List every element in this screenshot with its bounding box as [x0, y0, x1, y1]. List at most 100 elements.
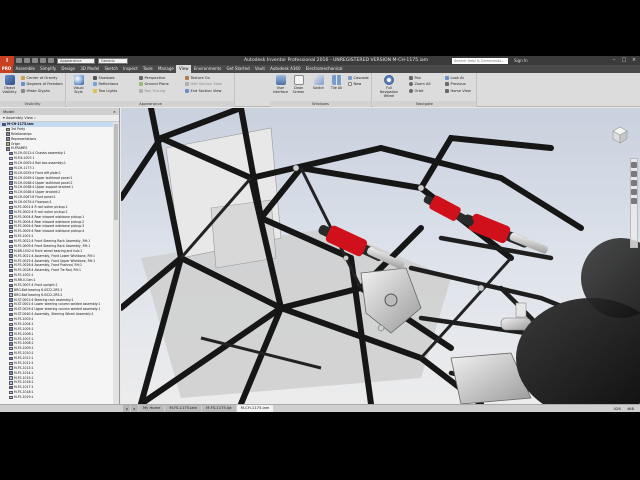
zoom-icon[interactable]: [631, 180, 637, 186]
degrees-of-freedom-button[interactable]: Degrees of Freedom: [21, 82, 63, 87]
user-interface-button[interactable]: User Interface: [272, 75, 289, 94]
window-title: Autodesk Inventor Professional 2016 - UN…: [244, 58, 429, 63]
nav-wheel-icon[interactable]: [631, 162, 637, 168]
home-view-button[interactable]: Home View: [445, 88, 471, 93]
ray-tracing-button[interactable]: Ray Tracing: [139, 88, 165, 93]
search-input[interactable]: Search Help & Commands...: [452, 57, 508, 64]
tab-view[interactable]: View: [176, 65, 192, 73]
tab-electromechanical[interactable]: Electromechanical: [303, 65, 345, 73]
navigate-panel: Full Navigation Wheel Pan Zoom All Orbit…: [373, 73, 477, 107]
redo-icon[interactable]: [48, 58, 54, 63]
tab-simplify[interactable]: Simplify: [38, 65, 59, 73]
tab-get-started[interactable]: Get Started: [224, 65, 252, 73]
reflections-button[interactable]: Reflections: [93, 82, 118, 87]
tree-node[interactable]: M-FS-1019:1: [0, 395, 113, 400]
full-navigation-wheel-button[interactable]: Full Navigation Wheel: [377, 75, 401, 98]
object-visibility-button[interactable]: Object Visibility: [1, 75, 18, 94]
sign-in-link[interactable]: Sign In: [514, 57, 528, 64]
previous-view-button[interactable]: Previous: [445, 82, 466, 87]
windows-panel-label: Windows: [270, 101, 371, 107]
perspective-button[interactable]: Perspective: [139, 75, 165, 80]
look-at-button[interactable]: Look At: [445, 75, 464, 80]
search-icon[interactable]: ⌕: [33, 116, 36, 120]
tab-manage[interactable]: Manage: [155, 65, 176, 73]
save-icon[interactable]: [32, 58, 38, 63]
component-icon: [9, 273, 13, 278]
lights-icon: [93, 88, 97, 93]
pan-icon[interactable]: [631, 171, 637, 177]
component-icon: [9, 283, 13, 287]
tab-sketch[interactable]: Sketch: [102, 65, 121, 73]
file-tab[interactable]: PRO: [0, 65, 13, 73]
folder-icon: [6, 147, 10, 151]
scrollbar-thumb[interactable]: [114, 124, 118, 220]
tab-scroll-right-icon[interactable]: ▸: [131, 405, 138, 412]
tab-a360[interactable]: Autodesk A360: [268, 65, 304, 73]
switch-button[interactable]: Switch: [310, 75, 327, 90]
tab-vault[interactable]: Vault: [252, 65, 267, 73]
material-dropdown[interactable]: Generic: [98, 57, 128, 64]
look-at-icon[interactable]: [631, 198, 637, 204]
status-value-b: 468: [626, 406, 634, 411]
perspective-icon: [139, 75, 143, 80]
tab-tools[interactable]: Tools: [140, 65, 155, 73]
doc-tab-my-home[interactable]: My Home: [139, 405, 165, 412]
navigate-panel-label: Navigate: [373, 101, 476, 107]
assembly-view-dropdown[interactable]: Assembly View: [6, 116, 33, 120]
viewcube[interactable]: [609, 124, 631, 146]
two-lights-button[interactable]: Two Lights: [93, 88, 117, 93]
texture-on-button[interactable]: Texture On: [185, 75, 210, 80]
tab-3d-model[interactable]: 3D Model: [78, 65, 102, 73]
shadows-button[interactable]: Shadows: [93, 75, 115, 80]
navigation-bar: [630, 158, 638, 248]
new-window-button[interactable]: New: [348, 82, 361, 87]
tab-scroll-left-icon[interactable]: ◂: [123, 405, 130, 412]
cascade-button[interactable]: Cascade: [348, 75, 369, 80]
doc-tab-ch-iam[interactable]: M-CH-1175.iam: [236, 405, 274, 412]
component-icon: [9, 186, 13, 190]
close-icon[interactable]: ×: [631, 57, 637, 63]
user-interface-icon: [275, 75, 286, 85]
tab-design[interactable]: Design: [59, 65, 78, 73]
new-icon[interactable]: [16, 58, 22, 63]
cascade-icon: [348, 75, 352, 80]
browser-scrollbar[interactable]: [113, 122, 119, 404]
tab-assemble[interactable]: Assemble: [13, 65, 38, 73]
tab-inspect[interactable]: Inspect: [121, 65, 141, 73]
graphics-viewport[interactable]: [121, 108, 640, 404]
orbit-icon[interactable]: [631, 189, 637, 195]
imate-glyphs-button[interactable]: iMate Glyphs: [21, 88, 50, 93]
zoom-all-button[interactable]: Zoom All: [409, 82, 430, 87]
center-of-gravity-button[interactable]: Center of Gravity: [21, 75, 57, 80]
ground-plane-button[interactable]: Ground Plane: [139, 82, 169, 87]
component-icon: [9, 264, 13, 268]
assembly-model: [121, 108, 640, 404]
visual-style-button[interactable]: Visual Style: [70, 75, 87, 94]
doc-tab-fs-ipt[interactable]: M-FS-1175.ipt: [202, 405, 236, 412]
doc-tab-fs-iam[interactable]: M-FS-1175.iam: [165, 405, 202, 412]
tab-environments[interactable]: Environments: [191, 65, 224, 73]
end-section-view-button[interactable]: End Section View: [185, 88, 222, 93]
previous-icon: [445, 82, 449, 86]
app-logo[interactable]: I: [0, 56, 14, 65]
orbit-button[interactable]: Orbit: [409, 88, 424, 93]
undo-icon[interactable]: [40, 58, 46, 63]
tile-all-button[interactable]: Tile All: [328, 75, 345, 90]
minimize-icon[interactable]: –: [611, 57, 617, 63]
zoom-icon: [409, 82, 413, 86]
half-section-view-button[interactable]: Half Section View: [185, 82, 222, 87]
clean-screen-button[interactable]: Clean Screen: [290, 75, 307, 94]
folder-icon: [6, 132, 10, 136]
imate-glyphs-icon: [21, 88, 25, 93]
component-icon: [9, 322, 13, 326]
browser-close-icon[interactable]: ×: [113, 108, 119, 115]
pan-button[interactable]: Pan: [409, 75, 421, 80]
maximize-icon[interactable]: □: [621, 57, 627, 63]
appearance-dropdown[interactable]: Appearance: [57, 57, 95, 64]
end-section-icon: [185, 88, 189, 93]
component-icon: [9, 361, 13, 365]
open-icon[interactable]: [24, 58, 30, 63]
folder-icon: [6, 142, 10, 146]
shadows-icon: [93, 75, 97, 80]
orbit-icon: [409, 88, 413, 93]
